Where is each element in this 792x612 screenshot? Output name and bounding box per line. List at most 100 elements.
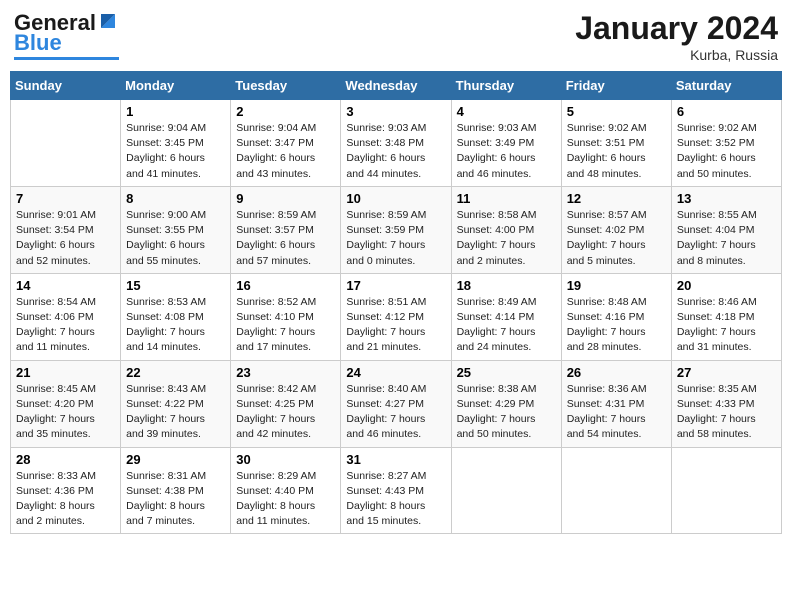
calendar-cell: 24Sunrise: 8:40 AM Sunset: 4:27 PM Dayli… [341,360,451,447]
day-number: 1 [126,104,225,119]
day-info: Sunrise: 8:45 AM Sunset: 4:20 PM Dayligh… [16,382,115,443]
day-number: 23 [236,365,335,380]
calendar-cell [451,447,561,534]
day-number: 15 [126,278,225,293]
day-number: 17 [346,278,445,293]
col-header-wednesday: Wednesday [341,72,451,100]
day-number: 30 [236,452,335,467]
calendar-cell: 29 Sunrise: 8:31 AM Sunset: 4:38 PM Dayli… [121,447,231,534]
day-info: Sunrise: 8:55 AM Sunset: 4:04 PM Dayligh… [677,208,776,269]
calendar-cell: 25Sunrise: 8:38 AM Sunset: 4:29 PM Dayli… [451,360,561,447]
day-info: Sunrise: 8:31 AM Sunset: 4:38 PM Dayligh… [126,469,225,530]
day-number: 25 [457,365,556,380]
col-header-saturday: Saturday [671,72,781,100]
calendar-cell: 28 Sunrise: 8:33 AM Sunset: 4:36 PM Dayli… [11,447,121,534]
day-info: Sunrise: 8:49 AM Sunset: 4:14 PM Dayligh… [457,295,556,356]
calendar-cell [561,447,671,534]
day-info: Sunrise: 8:57 AM Sunset: 4:02 PM Dayligh… [567,208,666,269]
calendar-cell: 31Sunrise: 8:27 AM Sunset: 4:43 PM Dayli… [341,447,451,534]
col-header-monday: Monday [121,72,231,100]
calendar-table: SundayMondayTuesdayWednesdayThursdayFrid… [10,71,782,534]
day-info: Sunrise: 8:53 AM Sunset: 4:08 PM Dayligh… [126,295,225,356]
calendar-cell: 30Sunrise: 8:29 AM Sunset: 4:40 PM Dayli… [231,447,341,534]
calendar-cell: 2 Sunrise: 9:04 AM Sunset: 3:47 PM Daylig… [231,100,341,187]
month-title: January 2024 [575,10,778,47]
day-number: 9 [236,191,335,206]
day-number: 14 [16,278,115,293]
calendar-cell: 3Sunrise: 9:03 AM Sunset: 3:48 PM Daylig… [341,100,451,187]
day-number: 11 [457,191,556,206]
logo: General Blue [14,10,119,60]
calendar-cell: 13 Sunrise: 8:55 AM Sunset: 4:04 PM Dayli… [671,186,781,273]
day-number: 21 [16,365,115,380]
calendar-cell: 20 Sunrise: 8:46 AM Sunset: 4:18 PM Dayli… [671,273,781,360]
calendar-cell: 6Sunrise: 9:02 AM Sunset: 3:52 PM Daylig… [671,100,781,187]
day-info: Sunrise: 9:04 AM Sunset: 3:47 PM Dayligh… [236,121,335,182]
day-number: 16 [236,278,335,293]
day-info: Sunrise: 8:59 AM Sunset: 3:59 PM Dayligh… [346,208,445,269]
calendar-cell: 11 Sunrise: 8:58 AM Sunset: 4:00 PM Dayli… [451,186,561,273]
day-number: 6 [677,104,776,119]
day-info: Sunrise: 8:40 AM Sunset: 4:27 PM Dayligh… [346,382,445,443]
day-info: Sunrise: 8:48 AM Sunset: 4:16 PM Dayligh… [567,295,666,356]
calendar-cell: 16 Sunrise: 8:52 AM Sunset: 4:10 PM Dayli… [231,273,341,360]
day-info: Sunrise: 9:00 AM Sunset: 3:55 PM Dayligh… [126,208,225,269]
calendar-week-row: 21 Sunrise: 8:45 AM Sunset: 4:20 PM Dayli… [11,360,782,447]
location: Kurba, Russia [575,47,778,63]
day-info: Sunrise: 8:43 AM Sunset: 4:22 PM Dayligh… [126,382,225,443]
calendar-cell: 18 Sunrise: 8:49 AM Sunset: 4:14 PM Dayli… [451,273,561,360]
page-header: General Blue January 2024 Kurba, Russia [10,10,782,63]
col-header-thursday: Thursday [451,72,561,100]
calendar-cell [671,447,781,534]
day-number: 2 [236,104,335,119]
calendar-cell: 15 Sunrise: 8:53 AM Sunset: 4:08 PM Dayli… [121,273,231,360]
calendar-week-row: 1 Sunrise: 9:04 AM Sunset: 3:45 PM Daylig… [11,100,782,187]
calendar-cell [11,100,121,187]
day-info: Sunrise: 8:35 AM Sunset: 4:33 PM Dayligh… [677,382,776,443]
day-info: Sunrise: 9:01 AM Sunset: 3:54 PM Dayligh… [16,208,115,269]
day-number: 29 [126,452,225,467]
day-number: 18 [457,278,556,293]
day-info: Sunrise: 8:54 AM Sunset: 4:06 PM Dayligh… [16,295,115,356]
day-number: 28 [16,452,115,467]
calendar-cell: 5 Sunrise: 9:02 AM Sunset: 3:51 PM Daylig… [561,100,671,187]
day-info: Sunrise: 8:46 AM Sunset: 4:18 PM Dayligh… [677,295,776,356]
day-number: 27 [677,365,776,380]
calendar-cell: 27 Sunrise: 8:35 AM Sunset: 4:33 PM Dayli… [671,360,781,447]
day-info: Sunrise: 8:42 AM Sunset: 4:25 PM Dayligh… [236,382,335,443]
col-header-tuesday: Tuesday [231,72,341,100]
day-info: Sunrise: 8:59 AM Sunset: 3:57 PM Dayligh… [236,208,335,269]
calendar-cell: 17 Sunrise: 8:51 AM Sunset: 4:12 PM Dayli… [341,273,451,360]
day-info: Sunrise: 9:04 AM Sunset: 3:45 PM Dayligh… [126,121,225,182]
day-info: Sunrise: 8:36 AM Sunset: 4:31 PM Dayligh… [567,382,666,443]
col-header-friday: Friday [561,72,671,100]
day-number: 7 [16,191,115,206]
day-info: Sunrise: 9:02 AM Sunset: 3:51 PM Dayligh… [567,121,666,182]
day-number: 26 [567,365,666,380]
day-number: 10 [346,191,445,206]
calendar-week-row: 28 Sunrise: 8:33 AM Sunset: 4:36 PM Dayli… [11,447,782,534]
calendar-cell: 26 Sunrise: 8:36 AM Sunset: 4:31 PM Dayli… [561,360,671,447]
calendar-cell: 19 Sunrise: 8:48 AM Sunset: 4:16 PM Dayli… [561,273,671,360]
calendar-cell: 9 Sunrise: 8:59 AM Sunset: 3:57 PM Daylig… [231,186,341,273]
calendar-cell: 14 Sunrise: 8:54 AM Sunset: 4:06 PM Dayli… [11,273,121,360]
day-number: 8 [126,191,225,206]
day-number: 4 [457,104,556,119]
calendar-cell: 21 Sunrise: 8:45 AM Sunset: 4:20 PM Dayli… [11,360,121,447]
day-number: 13 [677,191,776,206]
calendar-cell: 22 Sunrise: 8:43 AM Sunset: 4:22 PM Dayli… [121,360,231,447]
day-info: Sunrise: 8:58 AM Sunset: 4:00 PM Dayligh… [457,208,556,269]
day-number: 19 [567,278,666,293]
day-number: 31 [346,452,445,467]
day-number: 22 [126,365,225,380]
calendar-cell: 7 Sunrise: 9:01 AM Sunset: 3:54 PM Daylig… [11,186,121,273]
day-number: 5 [567,104,666,119]
day-info: Sunrise: 8:52 AM Sunset: 4:10 PM Dayligh… [236,295,335,356]
day-info: Sunrise: 8:51 AM Sunset: 4:12 PM Dayligh… [346,295,445,356]
day-info: Sunrise: 8:33 AM Sunset: 4:36 PM Dayligh… [16,469,115,530]
calendar-cell: 23 Sunrise: 8:42 AM Sunset: 4:25 PM Dayli… [231,360,341,447]
col-header-sunday: Sunday [11,72,121,100]
day-number: 20 [677,278,776,293]
logo-triangle-icon [97,10,119,32]
calendar-cell: 4Sunrise: 9:03 AM Sunset: 3:49 PM Daylig… [451,100,561,187]
